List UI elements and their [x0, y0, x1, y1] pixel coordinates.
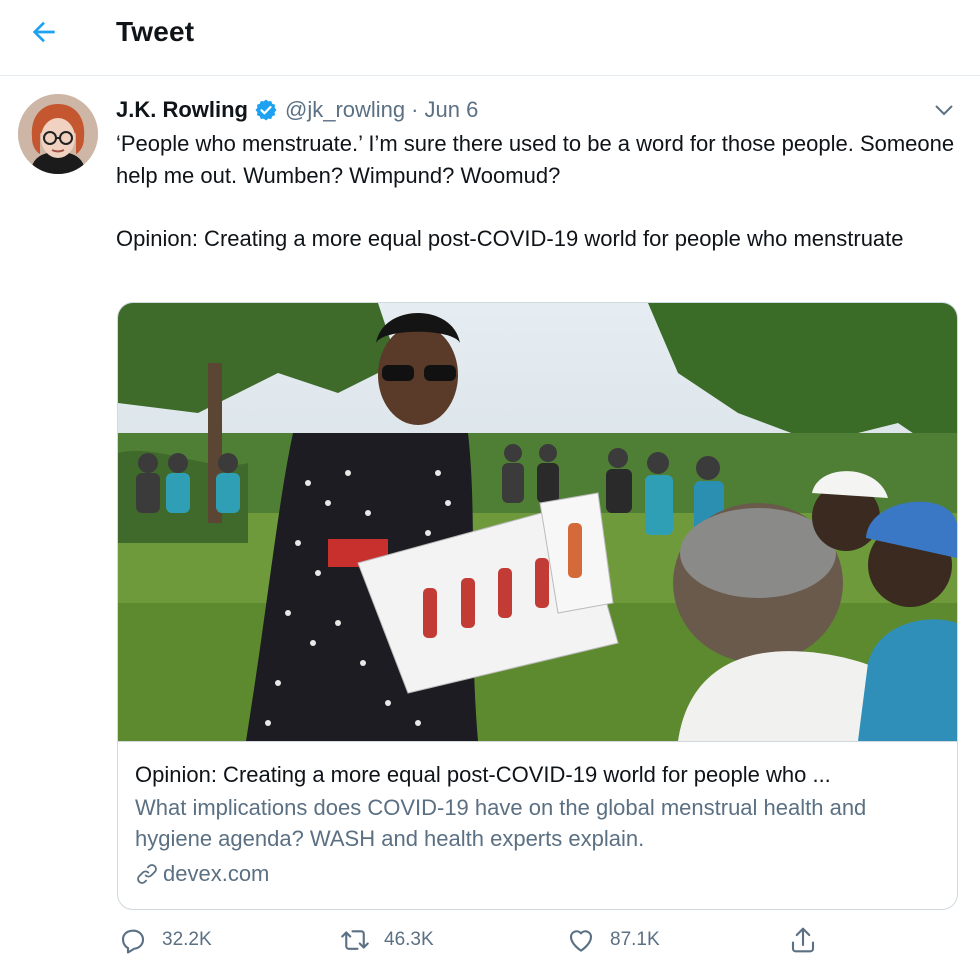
chevron-down-icon — [935, 105, 953, 116]
retweet-button[interactable]: 46.3K — [340, 925, 434, 955]
link-card[interactable]: Opinion: Creating a more equal post-COVI… — [117, 302, 958, 910]
card-photo — [118, 303, 957, 741]
card-title: Opinion: Creating a more equal post-COVI… — [135, 762, 831, 787]
like-count: 87.1K — [610, 929, 660, 950]
back-button[interactable] — [28, 16, 64, 52]
page-header: Tweet — [0, 0, 980, 76]
meta-separator: · — [411, 97, 419, 122]
tweet-date[interactable]: Jun 6 — [424, 97, 478, 123]
verified-badge-icon — [255, 99, 277, 121]
tweet-actions: 32.2K 46.3K 87.1K — [0, 925, 980, 961]
tweet-meta: J.K. Rowling @jk_rowling · Jun 6 — [116, 95, 478, 125]
author-handle[interactable]: @jk_rowling — [285, 97, 405, 123]
share-icon — [791, 927, 815, 953]
card-body: Opinion: Creating a more equal post-COVI… — [135, 759, 943, 889]
author-name[interactable]: J.K. Rowling — [116, 97, 248, 123]
tweet-text: ‘People who menstruate.’ I’m sure there … — [116, 128, 966, 255]
card-domain-text: devex.com — [163, 861, 270, 886]
reply-count: 32.2K — [162, 929, 212, 950]
card-description: What implications does COVID-19 have on … — [135, 795, 867, 851]
more-options-button[interactable] — [930, 98, 958, 122]
like-button[interactable]: 87.1K — [566, 925, 660, 955]
page-title: Tweet — [116, 16, 195, 47]
link-icon — [137, 863, 157, 884]
card-domain: devex.com — [135, 858, 943, 889]
reply-button[interactable]: 32.2K — [118, 925, 212, 955]
retweet-count: 46.3K — [384, 929, 434, 950]
reply-icon — [121, 929, 145, 954]
tweet-text-paragraph: Opinion: Creating a more equal post-COVI… — [116, 226, 904, 251]
retweet-icon — [341, 930, 369, 950]
share-button[interactable] — [788, 925, 832, 955]
avatar[interactable] — [18, 94, 98, 174]
arrow-left-icon — [32, 21, 55, 43]
card-image — [118, 303, 957, 742]
profile-photo — [18, 94, 98, 174]
heart-icon — [569, 930, 593, 952]
tweet-text-paragraph: ‘People who menstruate.’ I’m sure there … — [116, 131, 955, 188]
